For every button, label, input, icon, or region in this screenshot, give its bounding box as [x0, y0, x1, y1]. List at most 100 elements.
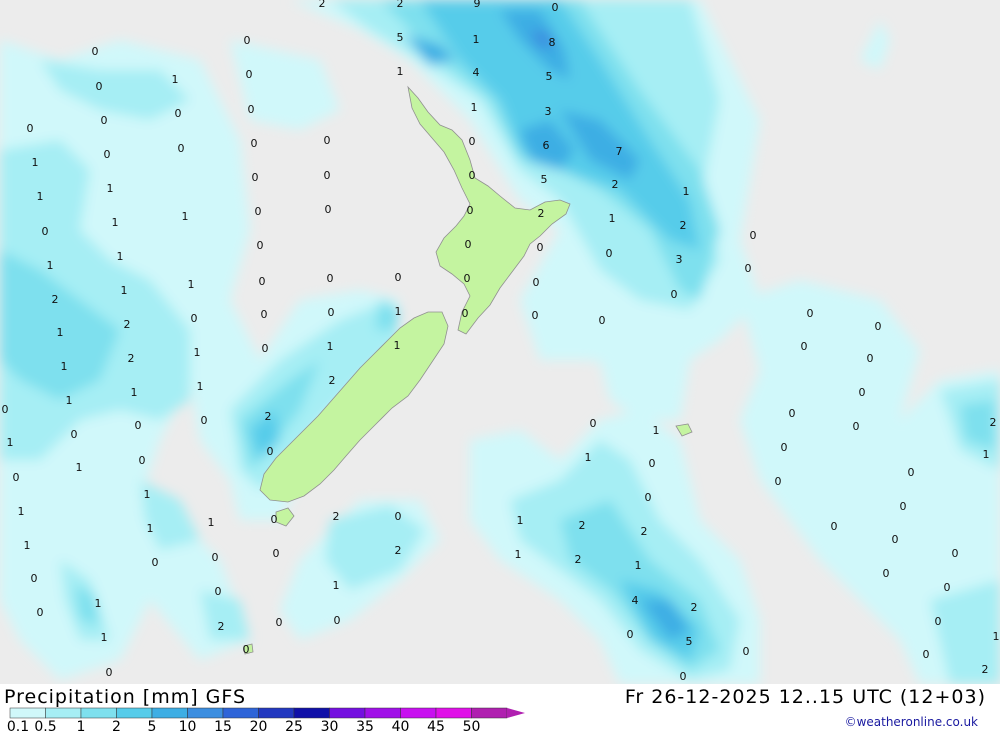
precip-value-label: 1 — [515, 548, 522, 561]
precip-value-label: 0 — [789, 407, 796, 420]
legend-swatch — [151, 707, 188, 719]
precip-value-label: 2 — [397, 0, 404, 10]
precip-value-label: 0 — [552, 1, 559, 14]
precip-value-label: 0 — [935, 615, 942, 628]
precip-value-label: 1 — [471, 101, 478, 114]
precip-value-label: 0 — [246, 68, 253, 81]
precip-value-label: 0 — [31, 572, 38, 585]
precip-value-label: 2 — [579, 519, 586, 532]
precip-value-label: 1 — [197, 380, 204, 393]
precip-value-label: 5 — [541, 173, 548, 186]
legend-swatch — [364, 707, 401, 719]
precip-value-label: 1 — [182, 210, 189, 223]
precip-value-label: 1 — [517, 514, 524, 527]
precip-value-label: 0 — [13, 471, 20, 484]
precip-value-label: 2 — [612, 178, 619, 191]
precip-value-label: 0 — [923, 648, 930, 661]
precip-value-label: 0 — [324, 169, 331, 182]
precip-value-label: 0 — [590, 417, 597, 430]
precip-value-label: 2 — [265, 410, 272, 423]
precip-value-label: 0 — [801, 340, 808, 353]
precip-value-label: 0 — [469, 135, 476, 148]
precip-value-label: 0 — [324, 134, 331, 147]
precip-value-label: 0 — [201, 414, 208, 427]
precip-value-label: 1 — [61, 360, 68, 373]
legend-swatch — [80, 707, 117, 719]
precip-value-label: 0 — [750, 229, 757, 242]
precip-value-label: 0 — [244, 34, 251, 47]
precip-value-label: 0 — [745, 262, 752, 275]
precip-value-label: 2 — [124, 318, 131, 331]
precip-value-label: 0 — [191, 312, 198, 325]
precip-value-label: 2 — [575, 553, 582, 566]
precip-value-label: 6 — [543, 139, 550, 152]
precip-value-label: 0 — [2, 403, 9, 416]
map-footer: Precipitation [mm] GFS Fr 26-12-2025 12.… — [0, 684, 1000, 735]
precip-value-label: 0 — [464, 272, 471, 285]
precip-value-label: 0 — [101, 114, 108, 127]
precip-value-label: 2 — [319, 0, 326, 10]
precip-value-label: 0 — [807, 307, 814, 320]
precipitation-map: 2 2 9 0 0 0 5 1 8 1 0 1 4 5 0 0 0 1 3 0 0 0 0 0 0 6 7 0 1 0 0 0 5 2 1 1 0 0 0 2… — [0, 0, 1000, 684]
precip-value-label: 0 — [743, 645, 750, 658]
precip-value-label: 9 — [474, 0, 481, 10]
precip-value-label: 0 — [215, 585, 222, 598]
precip-value-label: 1 — [144, 488, 151, 501]
precip-value-label: 0 — [680, 670, 687, 683]
precip-value-label: 0 — [395, 271, 402, 284]
precip-value-label: 0 — [135, 419, 142, 432]
precip-value-label: 0 — [27, 122, 34, 135]
precip-value-label: 0 — [267, 445, 274, 458]
precip-value-label: 1 — [32, 156, 39, 169]
precip-value-label: 0 — [273, 547, 280, 560]
precip-value-label: 2 — [680, 219, 687, 232]
precip-value-label: 0 — [243, 643, 250, 656]
precip-value-label: 3 — [676, 253, 683, 266]
forecast-datetime: Fr 26-12-2025 12..15 UTC (12+03) — [624, 686, 986, 708]
precip-value-label: 0 — [152, 556, 159, 569]
precip-value-label: 0 — [599, 314, 606, 327]
precip-value-label: 8 — [549, 36, 556, 49]
precip-value-label: 1 — [635, 559, 642, 572]
credit-link[interactable]: ©weatheronline.co.uk — [845, 715, 978, 729]
precip-value-label: 0 — [325, 203, 332, 216]
precip-value-label: 0 — [465, 238, 472, 251]
precip-value-label: 0 — [327, 272, 334, 285]
precip-value-label: 1 — [76, 461, 83, 474]
precip-value-label: 0 — [259, 275, 266, 288]
precip-value-label: 2 — [128, 352, 135, 365]
precip-value-label: 2 — [333, 510, 340, 523]
precip-value-label: 1 — [117, 250, 124, 263]
precip-value-label: 1 — [47, 259, 54, 272]
precip-value-label: 2 — [52, 293, 59, 306]
precip-value-label: 0 — [900, 500, 907, 513]
precip-value-label: 0 — [467, 204, 474, 217]
precip-value-label: 1 — [112, 216, 119, 229]
precip-value-label: 2 — [982, 663, 989, 676]
precip-value-label: 3 — [545, 105, 552, 118]
precip-value-label: 0 — [96, 80, 103, 93]
precip-value-label: 4 — [632, 594, 639, 607]
precip-value-label: 0 — [248, 103, 255, 116]
legend-swatch — [222, 707, 259, 719]
precip-value-label: 0 — [255, 205, 262, 218]
precip-value-label: 2 — [691, 601, 698, 614]
precip-value-label: 1 — [172, 73, 179, 86]
legend-arrow — [507, 708, 525, 718]
precip-value-label: 0 — [859, 386, 866, 399]
legend-swatch — [45, 707, 82, 719]
precip-value-label: 5 — [397, 31, 404, 44]
precip-value-label: 1 — [147, 522, 154, 535]
precip-value-label: 0 — [42, 225, 49, 238]
precip-value-label: 1 — [95, 597, 102, 610]
legend-swatch — [293, 707, 330, 719]
precip-value-label: 0 — [532, 309, 539, 322]
precip-value-label: 0 — [257, 239, 264, 252]
precip-value-label: 2 — [218, 620, 225, 633]
precip-value-label: 0 — [875, 320, 882, 333]
precip-value-label: 1 — [683, 185, 690, 198]
precip-value-label: 4 — [473, 66, 480, 79]
precip-value-label: 0 — [92, 45, 99, 58]
precip-value-label: 1 — [194, 346, 201, 359]
color-legend-bar — [9, 707, 525, 719]
